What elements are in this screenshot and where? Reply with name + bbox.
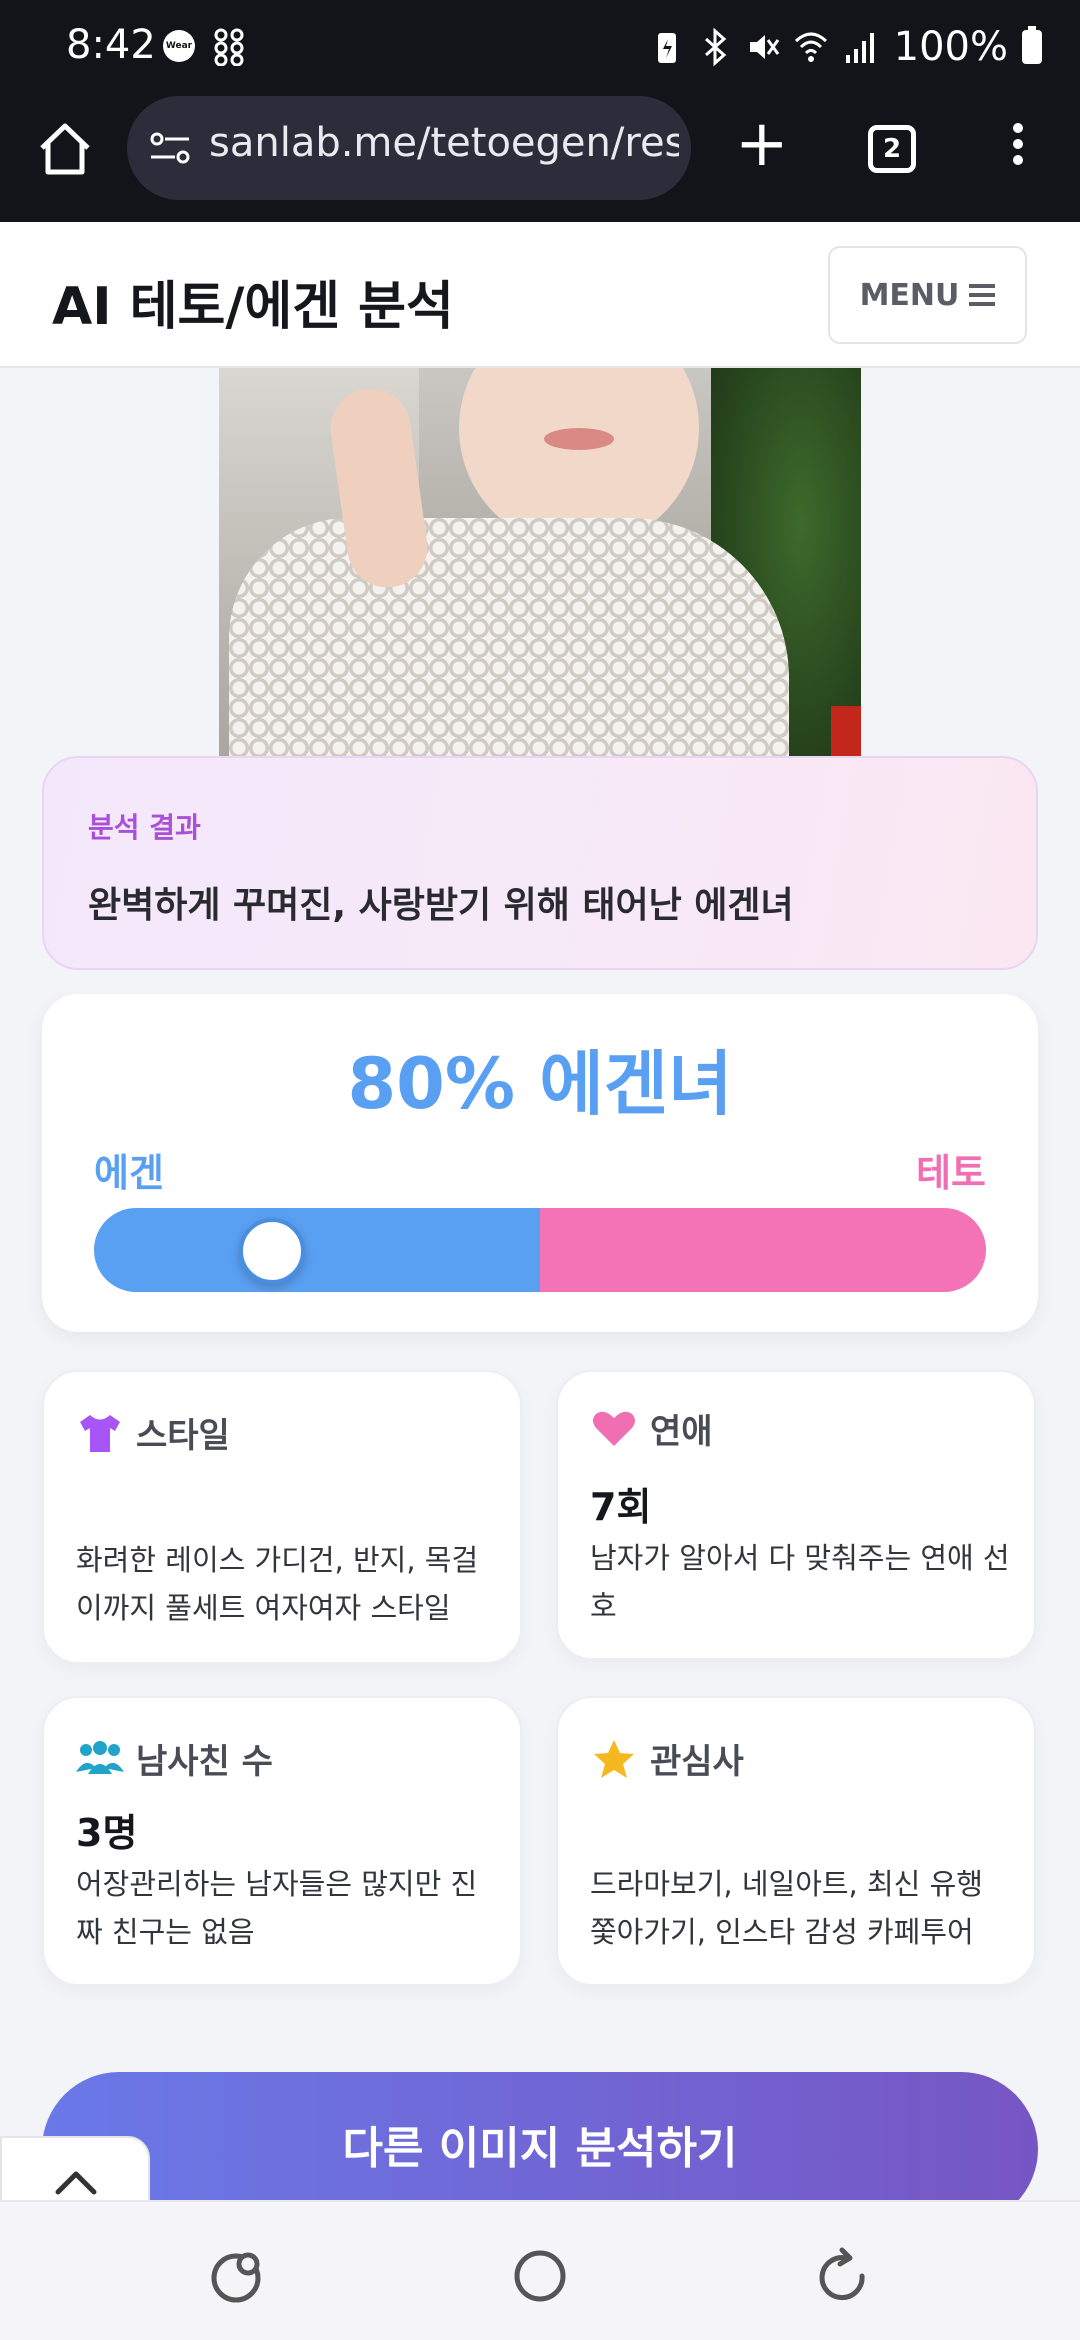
browser-toolbar: sanlab.me/tetoegen/result + 2 [0, 96, 1080, 222]
style-desc: 화려한 레이스 가디건, 반지, 목걸이까지 풀세트 여자여자 스타일 [76, 1543, 479, 1625]
egen-fill [94, 1208, 540, 1292]
result-card: 분석 결과 완벽하게 꾸며진, 사랑받기 위해 태어난 에겐녀 [42, 756, 1038, 970]
love-value: 7회 [590, 1485, 652, 1529]
app-grid-icon [214, 28, 244, 66]
plus-icon[interactable]: + [735, 112, 789, 176]
recents-icon[interactable] [208, 2246, 268, 2306]
back-icon[interactable] [812, 2246, 872, 2306]
bluetooth-icon [704, 27, 726, 67]
users-icon [76, 1740, 124, 1774]
result-label: 분석 결과 [88, 811, 201, 844]
status-time: 8:42 [66, 22, 156, 68]
tshirt-icon [80, 1414, 120, 1452]
wifi-icon [794, 32, 827, 62]
uploaded-photo [219, 368, 861, 756]
home-circle-icon[interactable] [510, 2246, 570, 2306]
slider-thumb [239, 1218, 306, 1284]
interest-title: 관심사 [650, 1742, 744, 1782]
style-card: 스타일 화려한 레이스 가디건, 반지, 목걸이까지 풀세트 여자여자 스타일 [42, 1370, 522, 1664]
result-text: 완벽하게 꾸며진, 사랑받기 위해 태어난 에겐녀 [88, 885, 794, 926]
friends-title: 남사친 수 [136, 1742, 273, 1782]
url-text[interactable]: sanlab.me/tetoegen/result [209, 120, 679, 166]
score-card: 80% 에겐녀 에겐 테토 [42, 994, 1038, 1332]
score-slider-track [94, 1208, 986, 1292]
wear-icon: Wear [163, 30, 195, 62]
signal-icon [845, 33, 874, 63]
site-title[interactable]: AI 테토/에겐 분석 [52, 264, 454, 339]
hamburger-icon [969, 279, 996, 311]
love-title: 연애 [650, 1412, 713, 1452]
home-icon[interactable] [34, 118, 96, 180]
friends-value: 3명 [76, 1811, 138, 1855]
friends-desc: 어장관리하는 남자들은 많지만 진짜 친구는 없음 [76, 1867, 478, 1949]
style-title: 스타일 [136, 1416, 230, 1456]
chevron-up-icon [55, 2171, 97, 2195]
heart-icon [593, 1411, 635, 1446]
tabs-icon[interactable]: 2 [868, 125, 916, 173]
battery-saver-icon [657, 33, 676, 63]
interest-desc: 드라마보기, 네일아트, 최신 유행 쫓아가기, 인스타 감성 카페투어 [590, 1867, 983, 1949]
star-icon [594, 1739, 634, 1778]
egen-label: 에겐 [94, 1151, 164, 1195]
battery-percent: 100% [893, 24, 1008, 70]
friends-card: 남사친 수 3명 어장관리하는 남자들은 많지만 진짜 친구는 없음 [42, 1696, 522, 1986]
mute-icon [749, 35, 779, 59]
battery-icon [1022, 26, 1042, 64]
status-bar: 8:42 Wear 100% [0, 0, 1080, 96]
teto-fill [540, 1208, 986, 1292]
love-card: 연애 7회 남자가 알아서 다 맞춰주는 연애 선호 [556, 1370, 1036, 1660]
system-nav-bar [0, 2200, 1080, 2340]
teto-label: 테토 [916, 1151, 986, 1195]
site-settings-icon[interactable] [149, 130, 191, 166]
interest-card: 관심사 드라마보기, 네일아트, 최신 유행 쫓아가기, 인스타 감성 카페투어 [556, 1696, 1036, 1986]
menu-button[interactable]: MENU [828, 246, 1027, 344]
address-bar[interactable]: sanlab.me/tetoegen/result [127, 96, 691, 200]
score-title: 80% 에겐녀 [347, 1043, 733, 1125]
site-header: AI 테토/에겐 분석 MENU [0, 222, 1080, 368]
menu-label: MENU [859, 277, 960, 313]
analyze-another-label: 다른 이미지 분석하기 [342, 2123, 738, 2174]
more-icon[interactable] [1005, 118, 1031, 182]
love-desc: 남자가 알아서 다 맞춰주는 연애 선호 [590, 1541, 1010, 1623]
